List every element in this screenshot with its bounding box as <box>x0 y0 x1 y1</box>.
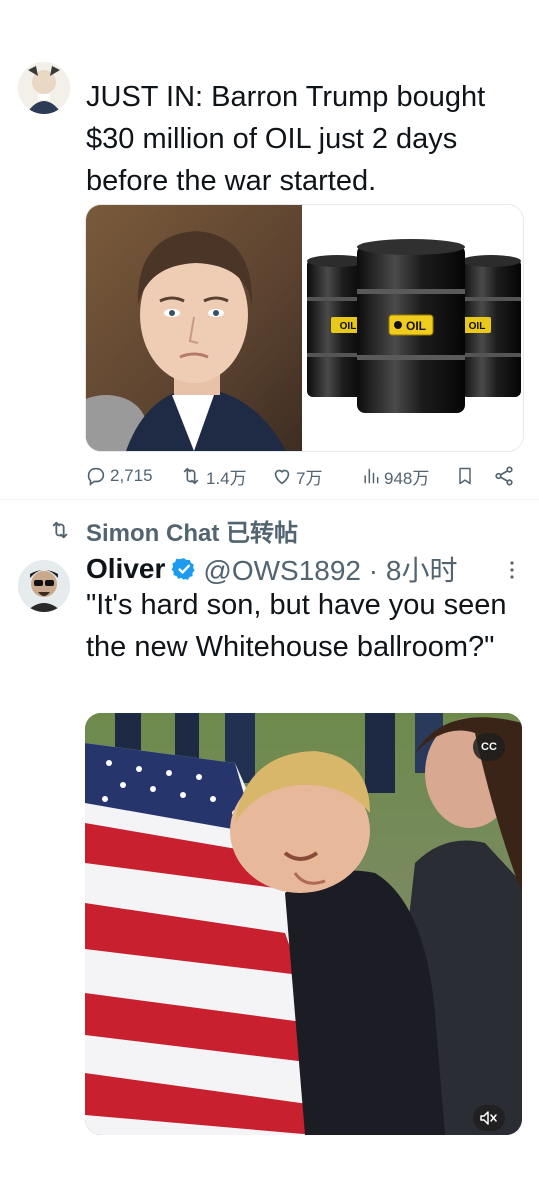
tweet-text: "It's hard son, but have you seen the ne… <box>86 589 507 663</box>
tweet-header: Oliver @OWS1892 · 8小时 <box>86 550 457 588</box>
retweeted-by-label: Simon Chat 已转帖 <box>86 519 299 547</box>
video-frame <box>85 713 522 1135</box>
share-icon <box>495 466 513 486</box>
more-button[interactable] <box>500 556 524 584</box>
repost-count: 1.4万 <box>206 468 247 488</box>
tweet-divider <box>0 499 539 500</box>
mute-button[interactable] <box>473 1105 505 1131</box>
share-button[interactable] <box>493 462 515 490</box>
reply-button[interactable]: 2,715 <box>85 462 153 490</box>
bookmark-icon <box>459 467 471 485</box>
author-name[interactable]: Oliver <box>86 553 165 585</box>
tweet-media[interactable]: OIL OIL OIL <box>85 204 524 452</box>
reply-icon <box>87 467 105 486</box>
repost-button[interactable]: 1.4万 <box>179 462 247 490</box>
oil-barrels-photo[interactable]: OIL OIL OIL <box>305 205 523 451</box>
more-icon <box>510 561 514 579</box>
portrait-photo[interactable] <box>86 205 302 451</box>
like-button[interactable]: 7万 <box>271 462 322 490</box>
tweet-actions: 2,715 1.4万 7万 948万 <box>85 462 522 490</box>
views-icon <box>364 468 379 484</box>
captions-button[interactable]: CC <box>473 733 505 761</box>
like-icon <box>274 469 290 485</box>
views-count: 948万 <box>384 468 430 488</box>
mute-icon <box>480 1111 497 1125</box>
svg-text:OIL: OIL <box>340 321 357 332</box>
svg-text:OIL: OIL <box>406 319 426 333</box>
author-avatar[interactable] <box>18 62 70 114</box>
repost-icon <box>183 467 199 485</box>
author-avatar[interactable] <box>18 560 70 612</box>
retweet-context[interactable]: Simon Chat 已转帖 <box>48 514 299 547</box>
bookmark-button[interactable] <box>455 462 475 490</box>
verified-badge-icon <box>171 558 196 580</box>
reply-count: 2,715 <box>110 466 153 485</box>
retweet-icon <box>52 521 68 539</box>
author-handle-time[interactable]: @OWS1892 · 8小时 <box>203 549 457 589</box>
tweet-text: JUST IN: Barron Trump bought $30 million… <box>86 81 486 197</box>
svg-text:OIL: OIL <box>469 321 486 332</box>
tweet-video[interactable]: CC <box>85 713 522 1135</box>
views-button[interactable]: 948万 <box>361 462 429 490</box>
like-count: 7万 <box>296 468 323 488</box>
